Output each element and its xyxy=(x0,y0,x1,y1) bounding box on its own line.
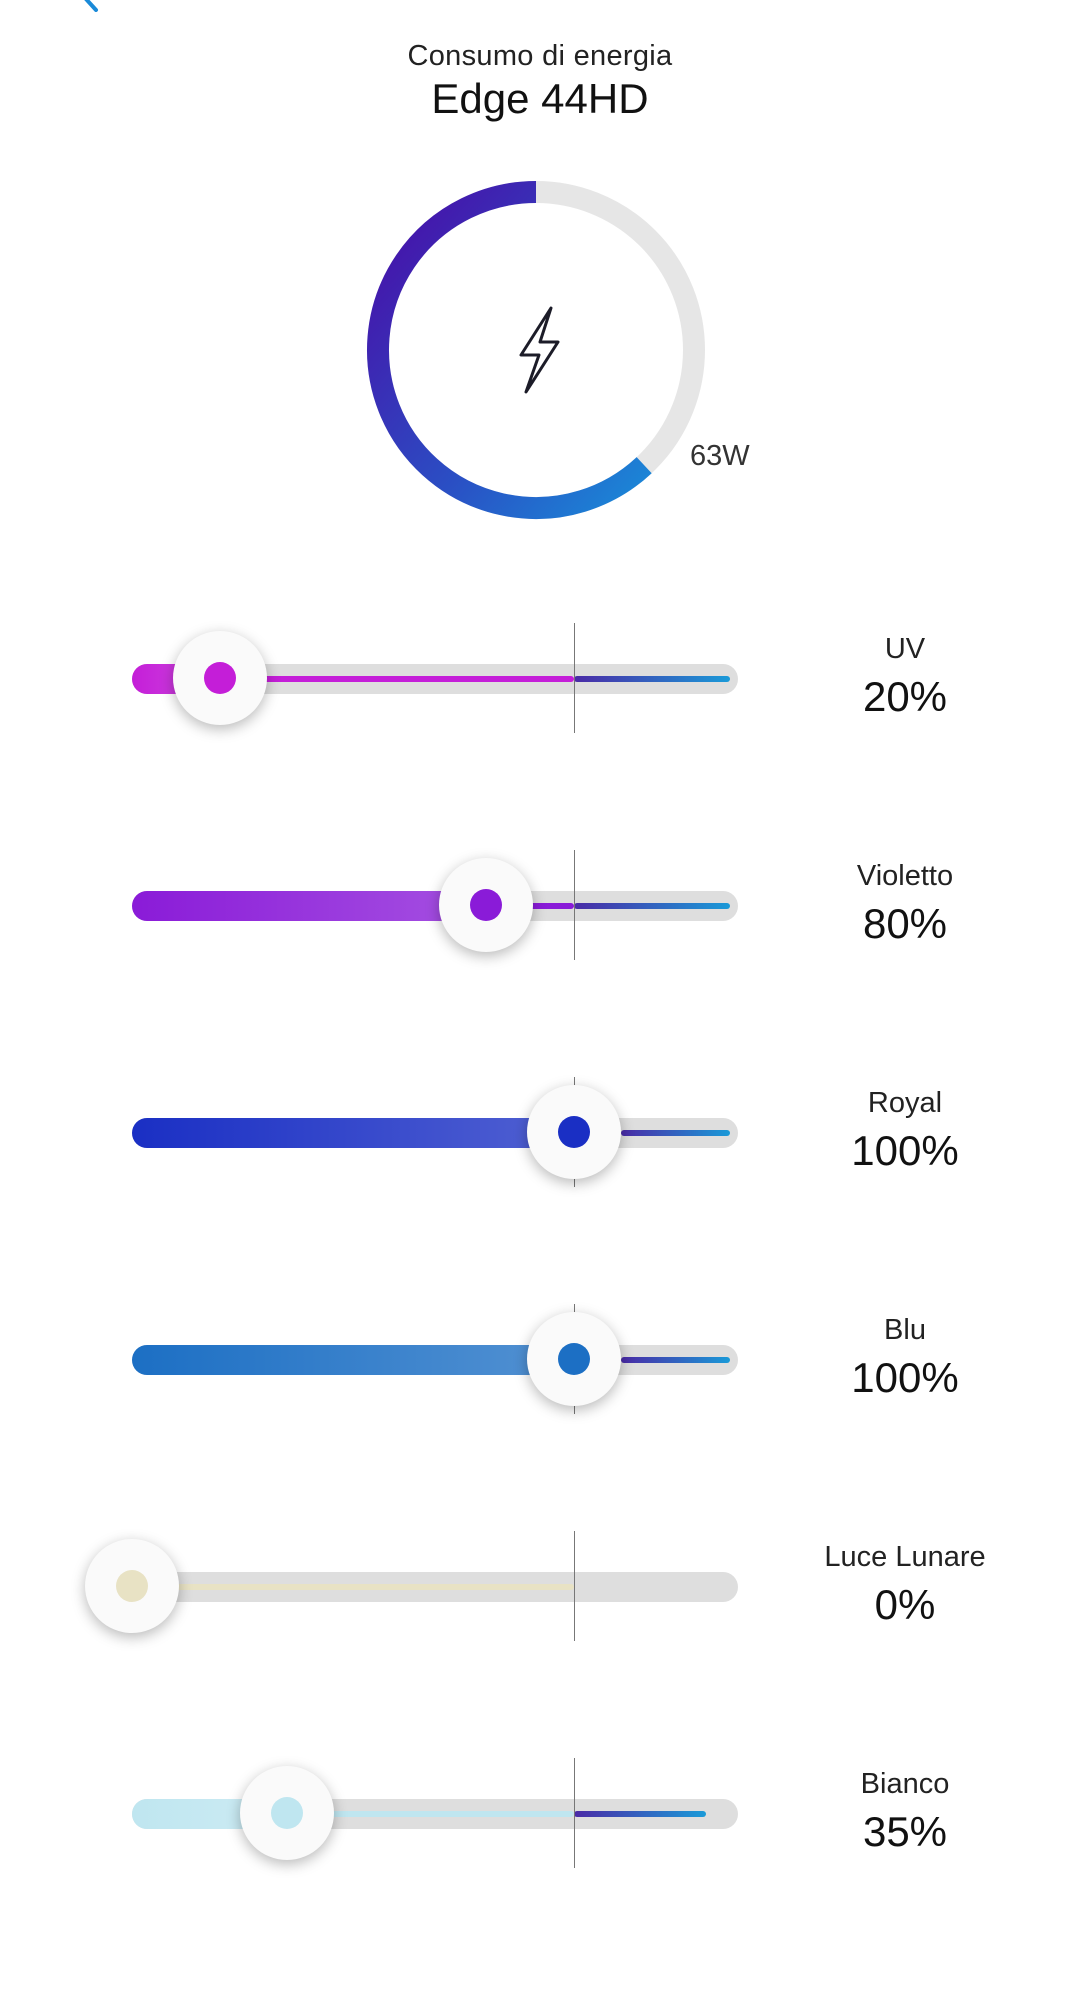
channel-percent: 100% xyxy=(851,1127,959,1174)
channel-label: UV xyxy=(884,633,926,665)
page-title: Edge 44HD xyxy=(431,75,649,122)
slider-range-line-blue xyxy=(574,676,730,682)
power-gauge xyxy=(367,181,705,519)
slider-thumb[interactable] xyxy=(527,1085,621,1179)
slider-range-line-blue xyxy=(574,903,730,909)
slider-thumb[interactable] xyxy=(239,1766,334,1860)
slider-range-line xyxy=(220,676,574,682)
max-marker xyxy=(574,1758,575,1868)
channel-percent: 0% xyxy=(874,1581,936,1628)
slider-fill xyxy=(132,1345,589,1375)
thumb-dot xyxy=(204,662,237,694)
max-marker xyxy=(574,623,575,733)
channel-label: Bianco xyxy=(860,1768,950,1800)
slider-range-line-blue xyxy=(574,1811,706,1817)
channel-label: Blu xyxy=(884,1314,926,1346)
channel-percent: 35% xyxy=(862,1808,948,1855)
channel-percent: 80% xyxy=(862,900,948,947)
max-marker xyxy=(574,1531,575,1641)
power-value: 63W xyxy=(690,440,750,472)
channel-violetto: Violetto 80% xyxy=(0,850,1080,960)
slider-range-line-blue xyxy=(621,1357,730,1363)
channel-royal: Royal 100% xyxy=(0,1077,1080,1187)
thumb-dot xyxy=(558,1116,590,1148)
slider-range-line-blue xyxy=(621,1130,730,1136)
channel-label: Luce Lunare xyxy=(824,1541,986,1573)
slider-thumb[interactable] xyxy=(173,631,268,725)
thumb-dot xyxy=(270,1797,303,1829)
slider-thumb[interactable] xyxy=(85,1539,179,1633)
page-header: Consumo di energia Edge 44HD xyxy=(0,40,1080,123)
slider-thumb[interactable] xyxy=(527,1312,621,1406)
channel-bianco: Bianco 35% xyxy=(0,1758,1080,1868)
thumb-dot xyxy=(558,1343,590,1375)
lightning-icon xyxy=(519,306,560,394)
channel-label: Royal xyxy=(867,1087,943,1119)
channel-label: Violetto xyxy=(856,860,954,892)
channel-blu: Blu 100% xyxy=(0,1304,1080,1414)
back-arrow-icon[interactable] xyxy=(78,0,104,12)
slider-range-line xyxy=(132,1584,574,1590)
max-marker xyxy=(574,850,575,960)
channel-luce-lunare: Luce Lunare 0% xyxy=(0,1531,1080,1641)
channel-percent: 20% xyxy=(862,673,948,720)
page-subtitle: Consumo di energia xyxy=(407,40,673,72)
slider-fill xyxy=(132,1118,589,1148)
channel-percent: 100% xyxy=(851,1354,959,1401)
status-indicator-icon xyxy=(850,0,890,4)
channel-uv: UV 20% xyxy=(0,623,1080,733)
gauge-progress xyxy=(367,181,652,519)
thumb-dot xyxy=(469,889,502,921)
thumb-dot xyxy=(116,1570,148,1602)
slider-thumb[interactable] xyxy=(438,858,533,952)
